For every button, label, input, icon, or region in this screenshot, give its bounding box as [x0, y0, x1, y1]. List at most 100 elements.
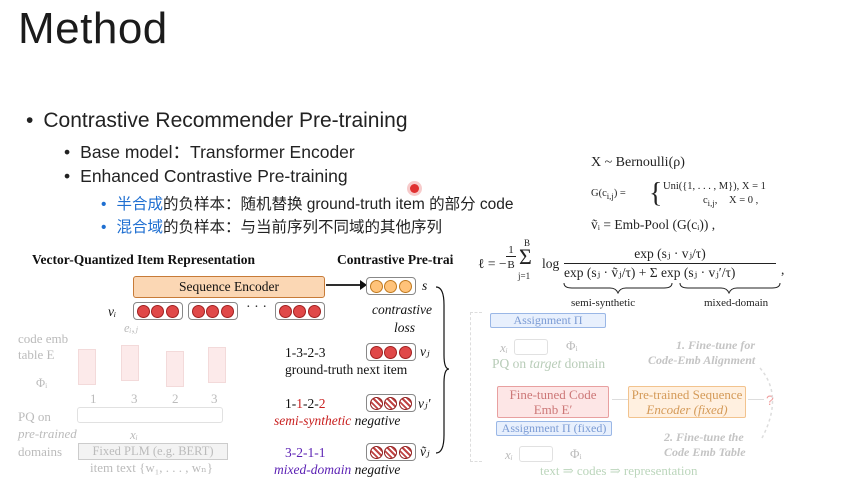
- pq-target-b: target: [529, 356, 562, 371]
- formula-brace: {: [649, 178, 663, 209]
- bullet-mixed-text: 的负样本：与当前序列不同域的其他序列: [162, 219, 442, 236]
- loss-numerator: exp (sⱼ · vⱼ/τ): [564, 246, 776, 264]
- bullet-enhanced-text: Enhanced Contrastive Pre-training: [80, 166, 348, 186]
- digit-3: 2: [172, 391, 179, 406]
- gt-embedding: [366, 343, 416, 361]
- laser-pointer-dot: [410, 184, 419, 193]
- label-loss: loss: [394, 320, 416, 335]
- label-domains: domains: [18, 444, 63, 459]
- ft2b-label: Code Emb Table: [664, 445, 746, 459]
- brace-mixed-label: mixed-domain: [704, 297, 769, 309]
- assignment-fixed-box: Assignment Π (fixed): [496, 421, 612, 436]
- bullet-dot: •: [101, 196, 107, 213]
- figure-vq-title: Vector-Quantized Item Representation: [32, 252, 255, 267]
- bullet-base-model-text: Base model：Transformer Encoder: [80, 142, 355, 162]
- r-label-xi2: xᵢ: [505, 447, 513, 462]
- digit-4: 3: [211, 391, 218, 406]
- r-code-cells: [514, 339, 548, 355]
- digit-1: 1: [90, 391, 97, 406]
- label-vj: vⱼ: [420, 344, 430, 359]
- brace-semi-label: semi-synthetic: [571, 297, 636, 309]
- label-phi-i: Φᵢ: [36, 376, 48, 390]
- faded-arrow-1: [612, 399, 628, 400]
- item-embedding-n: [275, 302, 325, 320]
- bullet-dot: •: [64, 142, 71, 162]
- label-vi: vᵢ: [108, 304, 117, 319]
- digit-2: 3: [131, 391, 138, 406]
- bottom-flow-text: text ⇒ codes ⇒ representation: [540, 463, 698, 478]
- assignment-top-box: Assignment Π: [490, 313, 606, 328]
- bullet-semi: • 半合成的负样本：随机替换 ground-truth item 的部分 code: [101, 192, 514, 214]
- bullet-dot: •: [101, 219, 107, 236]
- semi-code-b: 1: [296, 396, 303, 411]
- bullet-mixed: • 混合域的负样本：与当前序列不同域的其他序列: [101, 215, 442, 237]
- finetuned-code-line2: Emb E′: [533, 402, 573, 417]
- formula-loss: ℓ = − 1 B B Σ j=1 log exp (sⱼ · vⱼ/τ) ex…: [474, 238, 862, 314]
- bullet-semi-text: 的负样本：随机替换 ground-truth item 的部分 code: [162, 196, 514, 213]
- loss-lhs: ℓ = −: [478, 256, 507, 271]
- r-code-cells-2: [519, 446, 553, 462]
- underbrace-icons: [563, 282, 781, 294]
- semi-embedding: [366, 394, 416, 412]
- semi-label-a: semi-synthetic: [274, 413, 352, 428]
- mixed-embedding: [366, 443, 416, 461]
- loss-tail: ,: [781, 262, 785, 277]
- loss-frac-den: B: [507, 259, 515, 271]
- sequence-encoder-box: Sequence Encoder: [133, 276, 325, 298]
- ft2-label: 2. Fine-tune the: [664, 430, 744, 444]
- ft1b-label: Code-Emb Alignment: [648, 353, 756, 367]
- gt-code: 1-3-2-3: [285, 345, 326, 360]
- pretrained-seq-line1: Pre-trained Sequence: [631, 387, 743, 402]
- seq-embedding-s: [366, 277, 416, 295]
- sigma-icon: Σ: [519, 244, 532, 269]
- label-s: s: [422, 278, 428, 293]
- pretrained-seq-box: Pre-trained Sequence Encoder (fixed): [628, 386, 746, 418]
- label-item-text: item text {w₁, . . . , wₙ}: [90, 460, 214, 475]
- loss-sum-bot: j=1: [518, 271, 531, 281]
- bullet-dot: •: [26, 109, 34, 132]
- formula-g: G(ci,j) = { Uni({1, . . . , M}), X = 1 c…: [591, 178, 766, 209]
- slide-title: Method: [18, 4, 168, 53]
- formula-g-row1: Uni({1, . . . , M}), X = 1: [663, 181, 766, 192]
- semi-label: semi-synthetic negative: [274, 413, 400, 429]
- label-eij: eᵢ,ⱼ: [124, 321, 138, 335]
- pretrained-seq-line2: Encoder (fixed): [646, 402, 728, 417]
- mixed-label-a: mixed-domain: [274, 462, 352, 477]
- label-pretrained: pre-trained: [18, 426, 77, 441]
- ft1-label: 1. Fine-tune for: [676, 338, 756, 352]
- semi-code-d: 2: [318, 396, 326, 411]
- label-code-emb: code emb: [18, 331, 69, 346]
- semi-label-b: negative: [351, 413, 401, 428]
- bullet-base-model: • Base model：Transformer Encoder: [64, 139, 355, 164]
- formula-g-row2b: X = 0: [729, 195, 754, 206]
- label-pq: PQ on: [18, 409, 51, 424]
- loss-frac-num: 1: [506, 244, 516, 257]
- code-emb-tables: [78, 345, 234, 389]
- label-xi: xᵢ: [130, 427, 138, 442]
- formula-bernoulli: X ~ Bernoulli(ρ): [591, 155, 685, 170]
- bullet-mixed-highlight: 混合域: [116, 219, 163, 236]
- code-cells: [77, 407, 223, 423]
- pq-target-a: PQ on: [492, 356, 530, 371]
- r-label-phi2: Φᵢ: [570, 446, 582, 461]
- figure-cp-title: Contrastive Pre-trai: [337, 252, 454, 267]
- mixed-code: 3-2-1-1: [285, 445, 326, 460]
- semi-code-c: -2-: [303, 396, 319, 411]
- pq-target: PQ on target domain: [492, 356, 605, 372]
- formula-embpool: ṽᵢ = Emb-Pool (G(cᵢ)) ,: [591, 217, 716, 232]
- bullet-contrastive-text: Contrastive Recommender Pre-training: [43, 109, 408, 132]
- mixed-label: mixed-domain negative: [274, 462, 400, 478]
- bullet-enhanced: • Enhanced Contrastive Pre-training: [64, 166, 348, 187]
- item-embedding-2: [188, 302, 238, 320]
- label-vj-prime: vⱼ′: [418, 396, 431, 411]
- faded-bracket: [470, 312, 482, 462]
- item-embedding-1: [133, 302, 183, 320]
- semi-code: 1-1-2-2: [285, 396, 326, 412]
- right-brace-icon: [435, 286, 450, 454]
- bullet-semi-highlight: 半合成: [116, 196, 163, 213]
- finetuned-code-box: Fine-tuned Code Emb E′: [497, 386, 609, 418]
- finetuned-code-line1: Fine-tuned Code: [509, 387, 597, 402]
- label-table-e: table E: [18, 347, 55, 362]
- gt-label: ground-truth next item: [285, 362, 408, 377]
- r-label-xi: xᵢ: [500, 340, 508, 355]
